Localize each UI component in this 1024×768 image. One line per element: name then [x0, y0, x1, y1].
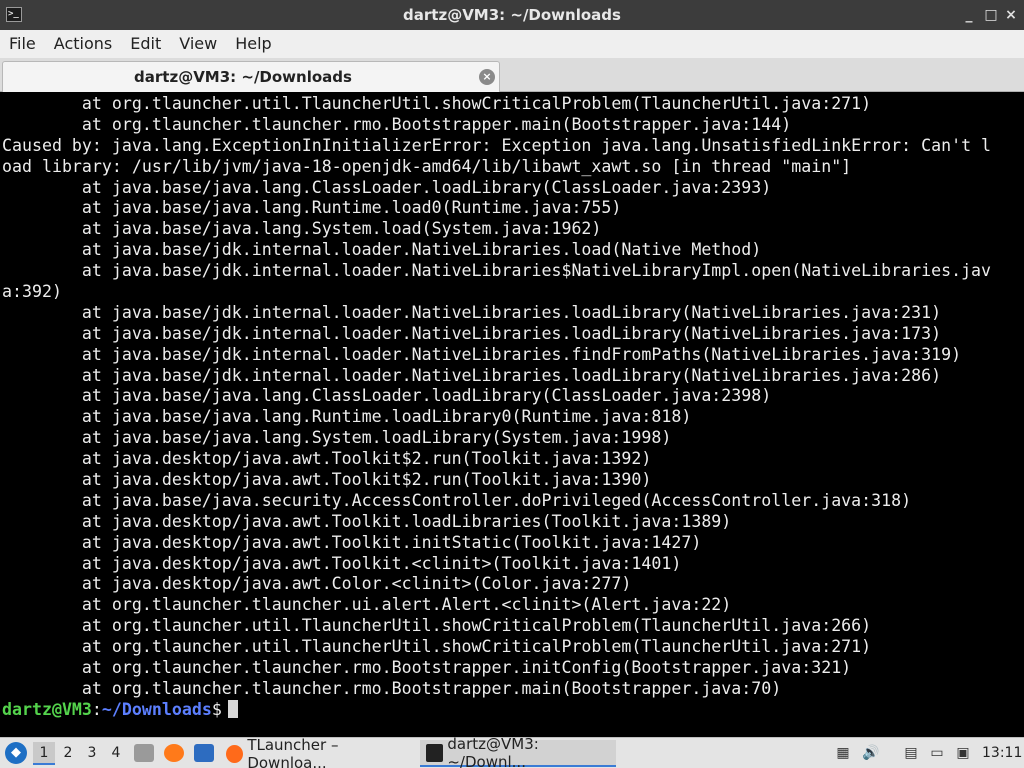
- terminal-line: at java.desktop/java.awt.Toolkit.loadLib…: [2, 511, 732, 531]
- terminal-line: at java.base/java.lang.System.loadLibrar…: [2, 428, 672, 448]
- menu-bar: File Actions Edit View Help: [0, 30, 1024, 58]
- close-icon[interactable]: ×: [1002, 6, 1020, 24]
- terminal-line: at java.base/jdk.internal.loader.NativeL…: [2, 302, 942, 322]
- terminal-line: Caused by: java.lang.ExceptionInInitiali…: [2, 135, 992, 155]
- terminal-line: at java.base/jdk.internal.loader.NativeL…: [2, 261, 992, 281]
- terminal-line: at java.desktop/java.awt.Toolkit.<clinit…: [2, 553, 682, 573]
- menu-edit[interactable]: Edit: [121, 30, 170, 58]
- terminal-line: at java.base/java.lang.Runtime.loadLibra…: [2, 407, 692, 427]
- terminal-line: at org.tlauncher.tlauncher.ui.alert.Aler…: [2, 595, 732, 615]
- terminal-line: at org.tlauncher.tlauncher.rmo.Bootstrap…: [2, 658, 852, 678]
- terminal-line: at java.base/java.security.AccessControl…: [2, 490, 912, 510]
- terminal-line: at java.desktop/java.awt.Toolkit$2.run(T…: [2, 470, 652, 490]
- menu-file[interactable]: File: [0, 30, 45, 58]
- task-label: TLauncher – Downloa...: [247, 735, 339, 768]
- terminal-line: at java.base/java.lang.Runtime.load0(Run…: [2, 198, 622, 218]
- terminal-line: at java.desktop/java.awt.Color.<clinit>(…: [2, 574, 632, 594]
- terminal-line: oad library: /usr/lib/jvm/java-18-openjd…: [2, 156, 852, 176]
- window-titlebar[interactable]: >_ dartz@VM3: ~/Downloads _ □ ×: [0, 0, 1024, 30]
- workspace-4[interactable]: 4: [105, 742, 127, 765]
- file-manager-icon[interactable]: [134, 744, 154, 762]
- prompt-user-host: dartz@VM3: [2, 699, 92, 719]
- prompt-symbol: $: [211, 699, 222, 719]
- prompt-separator: :: [91, 699, 102, 719]
- terminal-line: at org.tlauncher.tlauncher.rmo.Bootstrap…: [2, 114, 792, 134]
- notes-icon[interactable]: ▤: [902, 744, 920, 762]
- workspace-1[interactable]: 1: [33, 742, 55, 765]
- terminal-line: at java.base/java.lang.System.load(Syste…: [2, 219, 602, 239]
- terminal-line: at java.desktop/java.awt.Toolkit$2.run(T…: [2, 449, 652, 469]
- terminal-app-icon: >_: [6, 7, 22, 22]
- tab-terminal[interactable]: dartz@VM3: ~/Downloads ×: [2, 61, 500, 92]
- terminal-line: at org.tlauncher.util.TlauncherUtil.show…: [2, 616, 872, 636]
- task-terminal[interactable]: dartz@VM3: ~/Downl...: [420, 735, 616, 768]
- shell-prompt: dartz@VM3:~/Downloads$: [2, 699, 1024, 721]
- menu-actions[interactable]: Actions: [45, 30, 121, 58]
- window-title: dartz@VM3: ~/Downloads: [403, 6, 621, 24]
- terminal-line: at java.base/jdk.internal.loader.NativeL…: [2, 323, 942, 343]
- task-tlauncher[interactable]: TLauncher – Downloa...: [220, 736, 416, 768]
- workspace-2[interactable]: 2: [57, 742, 79, 765]
- terminal-line: at java.base/java.lang.ClassLoader.loadL…: [2, 177, 772, 197]
- terminal-line: at org.tlauncher.tlauncher.rmo.Bootstrap…: [2, 678, 782, 698]
- text-cursor: [227, 699, 238, 718]
- firefox-launcher-icon[interactable]: [164, 744, 184, 762]
- terminal-line: at java.base/java.lang.ClassLoader.loadL…: [2, 386, 772, 406]
- clipboard-icon[interactable]: ▦: [834, 744, 852, 762]
- menu-help[interactable]: Help: [226, 30, 280, 58]
- terminal-line: at java.base/jdk.internal.loader.NativeL…: [2, 344, 962, 364]
- taskbar: ◆ 1 2 3 4 TLauncher – Downloa... dartz@V…: [0, 735, 1024, 768]
- prompt-path: ~/Downloads: [101, 699, 212, 719]
- terminal-line: at org.tlauncher.util.TlauncherUtil.show…: [2, 94, 872, 113]
- volume-icon[interactable]: 🔊: [862, 744, 880, 762]
- minimize-icon[interactable]: _: [960, 6, 978, 24]
- terminal-line: a:392): [2, 282, 62, 302]
- clock[interactable]: 13:11: [982, 738, 1022, 768]
- update-icon[interactable]: ▣: [954, 744, 972, 762]
- terminal-line: at java.base/jdk.internal.loader.NativeL…: [2, 240, 762, 260]
- firefox-icon: [226, 744, 244, 763]
- network-icon[interactable]: ▭: [928, 744, 946, 762]
- terminal-icon: [426, 743, 444, 762]
- terminal-line: at java.desktop/java.awt.Toolkit.initSta…: [2, 532, 702, 552]
- menu-view[interactable]: View: [170, 30, 226, 58]
- tab-strip: dartz@VM3: ~/Downloads ×: [0, 58, 1024, 92]
- task-label: dartz@VM3: ~/Downl...: [447, 734, 539, 768]
- terminal-line: at org.tlauncher.util.TlauncherUtil.show…: [2, 637, 872, 657]
- maximize-icon[interactable]: □: [982, 6, 1000, 24]
- start-menu-icon[interactable]: ◆: [5, 742, 27, 764]
- desktop-icon[interactable]: [194, 744, 214, 762]
- terminal-output[interactable]: at org.tlauncher.util.TlauncherUtil.show…: [0, 94, 1024, 737]
- terminal-line: at java.base/jdk.internal.loader.NativeL…: [2, 365, 942, 385]
- tab-close-icon[interactable]: ×: [479, 69, 495, 85]
- tab-label: dartz@VM3: ~/Downloads: [134, 68, 352, 86]
- workspace-3[interactable]: 3: [81, 742, 103, 765]
